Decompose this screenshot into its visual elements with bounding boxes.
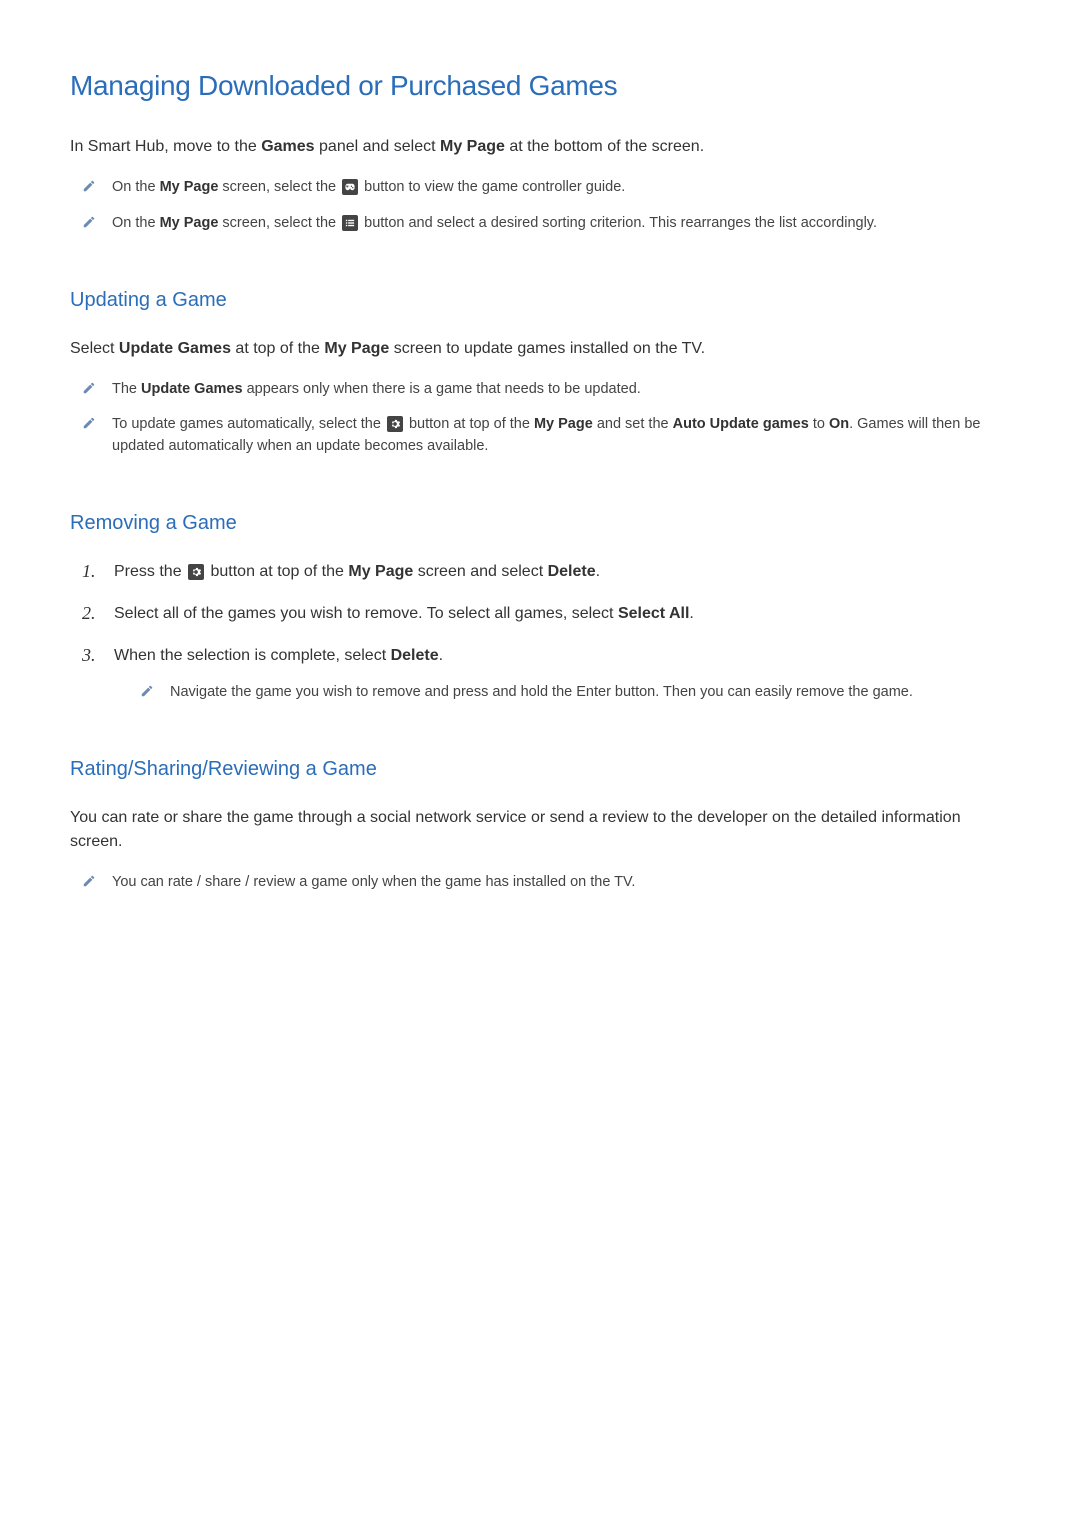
text: panel and select <box>315 138 440 155</box>
pen-icon <box>82 416 96 430</box>
text: appears only when there is a game that n… <box>243 381 641 397</box>
auto-update-term: Auto Update games <box>673 416 809 432</box>
text: . <box>596 563 600 580</box>
text: to <box>809 416 829 432</box>
text: button at top of the <box>405 416 534 432</box>
text: Select all of the games you wish to remo… <box>114 605 618 622</box>
sec1-paragraph: Select Update Games at top of the My Pag… <box>70 337 1010 361</box>
text: screen, select the <box>218 215 340 231</box>
text: On the <box>112 215 160 231</box>
section-heading-removing: Removing a Game <box>70 508 1010 538</box>
step-1: 1. Press the button at top of the My Pag… <box>88 560 1010 584</box>
intro-paragraph: In Smart Hub, move to the Games panel an… <box>70 135 1010 159</box>
sec3-notes: You can rate / share / review a game onl… <box>70 872 1010 894</box>
text: Navigate the game you wish to remove and… <box>170 684 913 700</box>
text: The <box>112 381 141 397</box>
note-item: On the My Page screen, select the button… <box>88 177 1010 199</box>
text: screen to update games installed on the … <box>389 340 705 357</box>
mypage-term: My Page <box>534 416 593 432</box>
pen-icon <box>82 874 96 888</box>
note-item: Navigate the game you wish to remove and… <box>146 682 1010 704</box>
delete-term: Delete <box>548 563 596 580</box>
gear-icon <box>387 416 403 432</box>
gamepad-icon <box>342 179 358 195</box>
section-heading-rating: Rating/Sharing/Reviewing a Game <box>70 754 1010 784</box>
step-3: 3. When the selection is complete, selec… <box>88 644 1010 704</box>
step-number: 2. <box>82 600 96 627</box>
pen-icon <box>140 684 154 698</box>
step-number: 1. <box>82 558 96 585</box>
select-all-term: Select All <box>618 605 689 622</box>
text: . <box>439 647 443 664</box>
text: . <box>689 605 693 622</box>
pen-icon <box>82 215 96 229</box>
update-games-term: Update Games <box>119 340 231 357</box>
text: You can rate / share / review a game onl… <box>112 874 635 890</box>
text: button to view the game controller guide… <box>360 179 625 195</box>
sub-note-list: Navigate the game you wish to remove and… <box>114 682 1010 704</box>
on-term: On <box>829 416 849 432</box>
text: On the <box>112 179 160 195</box>
note-item: You can rate / share / review a game onl… <box>88 872 1010 894</box>
text: To update games automatically, select th… <box>112 416 385 432</box>
text: Press the <box>114 563 186 580</box>
mypage-term: My Page <box>348 563 413 580</box>
mypage-term: My Page <box>324 340 389 357</box>
sec2-steps: 1. Press the button at top of the My Pag… <box>70 560 1010 704</box>
list-icon <box>342 215 358 231</box>
games-term: Games <box>261 138 314 155</box>
text: and set the <box>593 416 673 432</box>
text: at top of the <box>231 340 324 357</box>
gear-icon <box>188 564 204 580</box>
update-games-term: Update Games <box>141 381 243 397</box>
intro-notes: On the My Page screen, select the button… <box>70 177 1010 235</box>
sec3-paragraph: You can rate or share the game through a… <box>70 806 1010 854</box>
step-2: 2. Select all of the games you wish to r… <box>88 602 1010 626</box>
text: In Smart Hub, move to the <box>70 138 261 155</box>
text: button and select a desired sorting crit… <box>360 215 877 231</box>
text: at the bottom of the screen. <box>505 138 704 155</box>
pen-icon <box>82 381 96 395</box>
text: Select <box>70 340 119 357</box>
page-title: Managing Downloaded or Purchased Games <box>70 65 1010 107</box>
delete-term: Delete <box>391 647 439 664</box>
text: screen, select the <box>218 179 340 195</box>
pen-icon <box>82 179 96 193</box>
sec1-notes: The Update Games appears only when there… <box>70 379 1010 458</box>
mypage-term: My Page <box>440 138 505 155</box>
text: screen and select <box>413 563 547 580</box>
note-item: To update games automatically, select th… <box>88 414 1010 458</box>
note-item: On the My Page screen, select the button… <box>88 213 1010 235</box>
mypage-term: My Page <box>160 179 219 195</box>
text: When the selection is complete, select <box>114 647 391 664</box>
note-item: The Update Games appears only when there… <box>88 379 1010 401</box>
mypage-term: My Page <box>160 215 219 231</box>
section-heading-updating: Updating a Game <box>70 285 1010 315</box>
text: button at top of the <box>206 563 348 580</box>
step-number: 3. <box>82 642 96 669</box>
